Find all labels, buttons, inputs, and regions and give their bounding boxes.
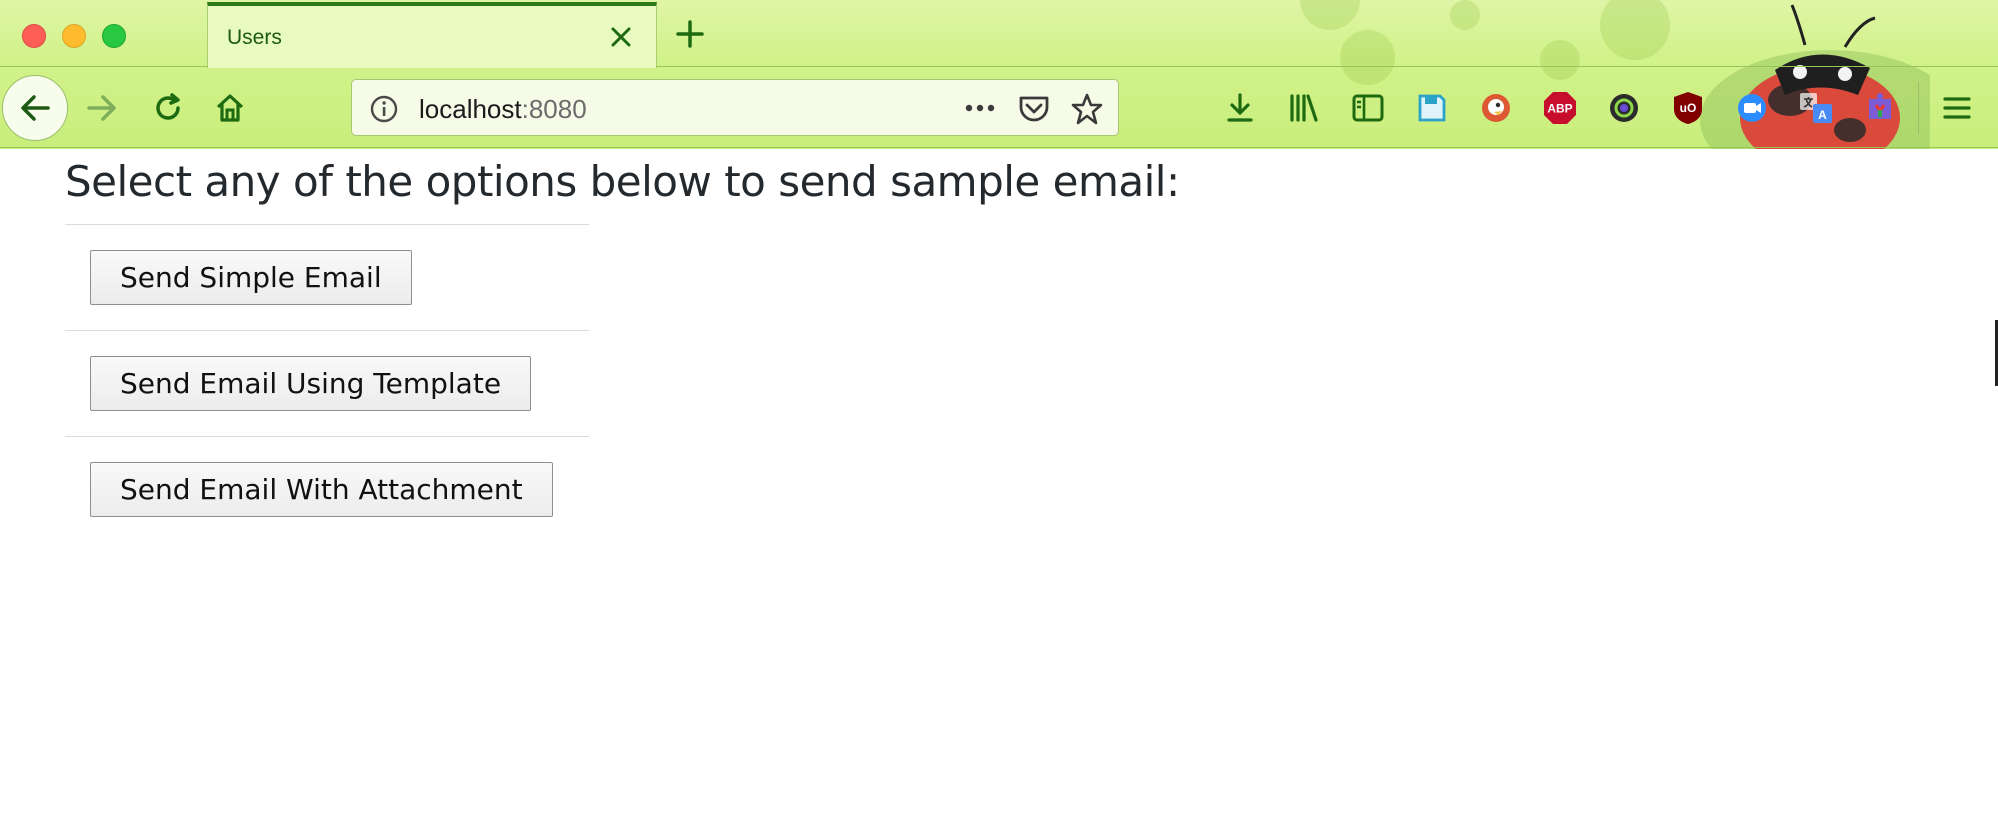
url-host: localhost — [419, 94, 522, 124]
translate-icon[interactable]: A — [1796, 88, 1836, 128]
tab-title: Users — [227, 26, 282, 49]
option-row: Send Email Using Template — [65, 330, 589, 436]
save-icon[interactable] — [1412, 88, 1452, 128]
zoom-icon[interactable] — [1732, 88, 1772, 128]
page-content: Select any of the options below to send … — [0, 149, 1998, 830]
info-icon[interactable] — [369, 94, 399, 124]
plus-icon — [676, 20, 704, 48]
more-actions-icon[interactable] — [960, 92, 1000, 124]
download-icon[interactable] — [1220, 88, 1260, 128]
email-options-list: Send Simple Email Send Email Using Templ… — [65, 224, 589, 542]
close-tab-button[interactable] — [606, 22, 636, 52]
back-button[interactable] — [2, 75, 68, 141]
send-simple-email-button[interactable]: Send Simple Email — [90, 250, 412, 305]
close-icon — [611, 27, 631, 47]
send-email-attachment-button[interactable]: Send Email With Attachment — [90, 462, 553, 517]
zoom-window-button[interactable] — [102, 24, 126, 48]
pocket-icon[interactable] — [1017, 92, 1051, 126]
new-tab-button[interactable] — [670, 14, 710, 54]
forward-button[interactable] — [80, 86, 124, 130]
url-text[interactable]: localhost:8080 — [419, 94, 587, 125]
address-bar[interactable]: localhost:8080 — [351, 79, 1119, 136]
home-icon — [216, 94, 244, 122]
minimize-window-button[interactable] — [62, 24, 86, 48]
svg-text:A: A — [1818, 108, 1827, 122]
close-window-button[interactable] — [22, 24, 46, 48]
send-email-template-button[interactable]: Send Email Using Template — [90, 356, 532, 411]
option-row: Send Simple Email — [65, 224, 589, 330]
tab-users[interactable]: Users — [207, 2, 657, 68]
library-icon[interactable] — [1284, 88, 1324, 128]
hamburger-menu-icon[interactable] — [1937, 88, 1977, 128]
sidebar-icon[interactable] — [1348, 88, 1388, 128]
bookmark-star-icon[interactable] — [1070, 92, 1104, 126]
toolbar-separator — [1918, 82, 1919, 134]
reload-button[interactable] — [146, 86, 190, 130]
url-port: :8080 — [521, 94, 587, 124]
adblock-plus-icon[interactable]: ABP — [1540, 88, 1580, 128]
arrow-left-icon — [21, 95, 50, 121]
puzzle-extension-icon[interactable] — [1860, 88, 1900, 128]
reload-icon — [156, 93, 180, 120]
ublock-badge-text: uO — [1680, 101, 1697, 115]
arrow-right-icon — [87, 95, 116, 121]
ublock-origin-icon[interactable]: uO — [1668, 88, 1708, 128]
tab-bar: Users — [0, 0, 1998, 68]
camera-lens-icon[interactable] — [1604, 88, 1644, 128]
option-row: Send Email With Attachment — [65, 436, 589, 542]
adblock-badge-text: ABP — [1547, 102, 1572, 116]
nav-toolbar: localhost:8080 ABP uO A — [0, 68, 1998, 148]
home-button[interactable] — [208, 86, 252, 130]
browser-chrome: Users localhost:8080 ABP uO A — [0, 0, 1998, 149]
duckduckgo-icon[interactable] — [1476, 88, 1516, 128]
page-title: Select any of the options below to send … — [65, 157, 1180, 206]
